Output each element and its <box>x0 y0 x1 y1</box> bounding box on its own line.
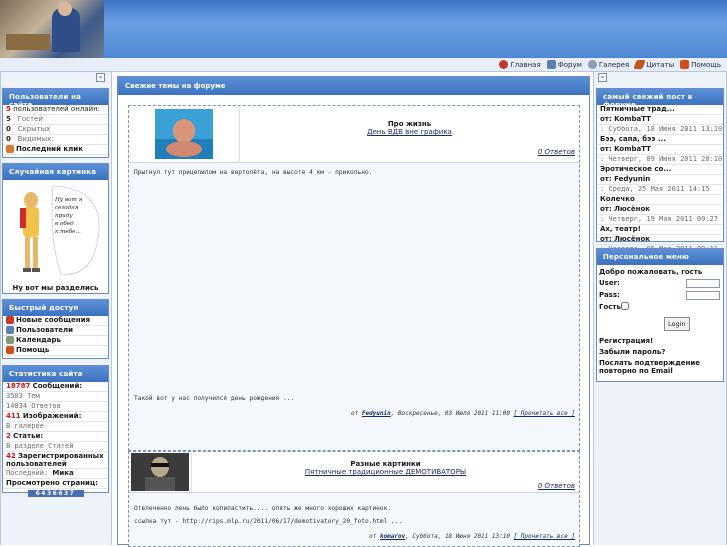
pass-label: Pass: <box>599 291 620 299</box>
stats-articles: 2 Статьи: <box>3 432 108 442</box>
quick-access-title: Быстрый доступ <box>3 300 108 316</box>
post-category: Про жизнь <box>240 120 579 128</box>
random-picture-title: Случайная картинка <box>3 164 108 180</box>
online-summary: 5 пользователей онлайн: <box>3 105 108 115</box>
stats-articles-where: В разделе Статей <box>3 442 108 452</box>
stats-registered: 42 Зарегистрированных пользователей <box>3 452 108 469</box>
post-answers-link[interactable]: 0 Ответов <box>538 148 575 156</box>
password-input[interactable] <box>686 291 720 300</box>
random-picture-box: Случайная картинка Ну вот я сегодня прид… <box>2 163 109 294</box>
stats-views-counter: 6436637 <box>28 490 84 497</box>
post-answers-link[interactable]: 0 Ответов <box>538 482 575 490</box>
header-banner <box>0 0 727 58</box>
main-title: Свежие темы на форуме <box>118 77 589 95</box>
stats-last-user: Последний: Мика <box>3 469 108 479</box>
guest-checkbox[interactable] <box>621 302 629 310</box>
main-content: Свежие темы на форуме Про жизнь День ВДВ… <box>117 76 590 545</box>
random-picture-note: Ну вот я сегодня приду в обед к тебе... <box>55 196 101 236</box>
collapse-right-button[interactable]: » <box>598 73 607 82</box>
resend-confirmation-link[interactable]: Послать подтверждение повторно по Email <box>599 359 721 375</box>
post-author-link[interactable]: Fedyunin <box>362 410 391 417</box>
post-thumbnail[interactable] <box>129 106 239 162</box>
last-click-link[interactable]: Последний клик <box>3 145 108 155</box>
post-footer: от Fedyunin, Воскресенье, 03 Июля 2011 1… <box>129 408 579 419</box>
post-topic-link[interactable]: День ВДВ вне графика <box>240 128 579 136</box>
forum-post: Про жизнь День ВДВ вне графика 0 Ответов… <box>128 105 580 451</box>
new-messages-icon <box>6 316 14 324</box>
post-topic-link[interactable]: Пятничные традиционные ДЕМОТИВАТОРЫ <box>192 468 579 476</box>
login-button[interactable]: Login <box>664 317 690 331</box>
nav-home[interactable]: Главная <box>499 60 540 69</box>
calendar-icon <box>6 336 14 344</box>
post-link-text[interactable]: ссылка тут - http://rips.mlp.ru/2011/06/… <box>129 518 579 531</box>
post-footer: от komarov, Суббота, 18 Июня 2011 13:10 … <box>129 531 579 542</box>
stats-answers: 14834 Ответов <box>3 402 108 412</box>
read-all-link[interactable]: [ Прочитать все ] <box>514 410 575 417</box>
nav-gallery[interactable]: Галерея <box>588 60 629 69</box>
collapse-left-button[interactable]: « <box>96 73 105 82</box>
username-input[interactable] <box>686 279 720 288</box>
header-photo <box>0 0 104 58</box>
latest-post-item[interactable]: Пятничные трад...от: KombaTT: Суббота, 1… <box>597 105 723 135</box>
stats-themes: 3503 Тем <box>3 392 108 402</box>
stats-messages: 18787 Сообщений: <box>3 382 108 392</box>
stats-images: 411 Изображений: <box>3 412 108 422</box>
users-online-box: Пользователи на сайте 5 пользователей он… <box>2 88 109 158</box>
welcome-text: Добро пожаловать, гость <box>599 268 702 276</box>
latest-posts-title: самый свежий пост в форуме <box>597 89 723 105</box>
users-box-title: Пользователи на сайте <box>3 89 108 105</box>
post-text: Прыгнул тут прицепилом на вертолёта, на … <box>129 163 579 395</box>
gallery-icon <box>588 60 597 69</box>
site-stats-box: Статистика сайта 18787 Сообщений: 3503 Т… <box>2 365 109 493</box>
random-picture-caption: Ну вот мы разделись <box>3 283 108 293</box>
personal-menu-box: Персональное меню Добро пожаловать, гост… <box>596 248 724 382</box>
latest-posts-box: самый свежий пост в форуме Пятничные тра… <box>596 88 724 242</box>
quick-new-messages[interactable]: Новые сообщения <box>3 316 108 326</box>
nav-menu: Главная Форум Галерея Цитаты Помощь <box>499 60 721 69</box>
nav-help[interactable]: Помощь <box>680 60 721 69</box>
forum-icon <box>547 60 556 69</box>
help-icon <box>680 60 689 69</box>
post-category: Разные картинки <box>192 460 579 468</box>
quick-users[interactable]: Пользователи <box>3 326 108 336</box>
quick-calendar[interactable]: Календарь <box>3 336 108 346</box>
post-text: Отвлеченно лень было копипастить.... опя… <box>129 493 579 518</box>
help-icon <box>6 346 14 354</box>
top-navbar: Главная Форум Галерея Цитаты Помощь <box>0 58 727 72</box>
personal-menu-title: Персональное меню <box>597 249 723 265</box>
guests-row: 5 Гостей <box>3 115 108 125</box>
home-icon <box>499 60 508 69</box>
users-icon <box>6 326 14 334</box>
post-author-link[interactable]: komarov <box>380 533 405 540</box>
register-link[interactable]: Регистрация! <box>599 337 653 345</box>
post-thumbnail[interactable] <box>129 452 191 492</box>
nav-quotes[interactable]: Цитаты <box>635 60 674 69</box>
visible-row: 0 Видимых: <box>3 135 108 145</box>
hidden-row: 0 Скрытых <box>3 125 108 135</box>
read-all-link[interactable]: [ Прочитать все ] <box>514 533 575 540</box>
post-text-end: Такой вот у нас получился день рождения … <box>129 395 579 408</box>
users-group-icon <box>6 145 14 153</box>
quick-access-box: Быстрый доступ Новые сообщения Пользоват… <box>2 299 109 359</box>
user-label: User: <box>599 279 620 287</box>
nav-forum[interactable]: Форум <box>547 60 582 69</box>
stats-views-label: Просмотрено страниц: <box>3 479 108 489</box>
guest-label: Гость: <box>599 303 624 311</box>
latest-post-item[interactable]: Эротическое со...от: Fedyunin: Среда, 25… <box>597 165 723 195</box>
stats-gallery: В галерее <box>3 422 108 432</box>
stats-title: Статистика сайта <box>3 366 108 382</box>
quick-help[interactable]: Помощь <box>3 346 108 356</box>
latest-post-item[interactable]: Бээ, сапа, бээ ...от: KombaTT: Четверг, … <box>597 135 723 165</box>
latest-post-item[interactable]: Колечкоот: Люсёнок: Четверг, 19 Мая 2011… <box>597 195 723 225</box>
quotes-icon <box>634 60 646 69</box>
random-picture-image[interactable]: Ну вот я сегодня приду в обед к тебе... <box>3 180 108 283</box>
forum-post: Разные картинки Пятничные традиционные Д… <box>128 451 580 547</box>
forgot-password-link[interactable]: Забыли пароль? <box>599 348 665 356</box>
